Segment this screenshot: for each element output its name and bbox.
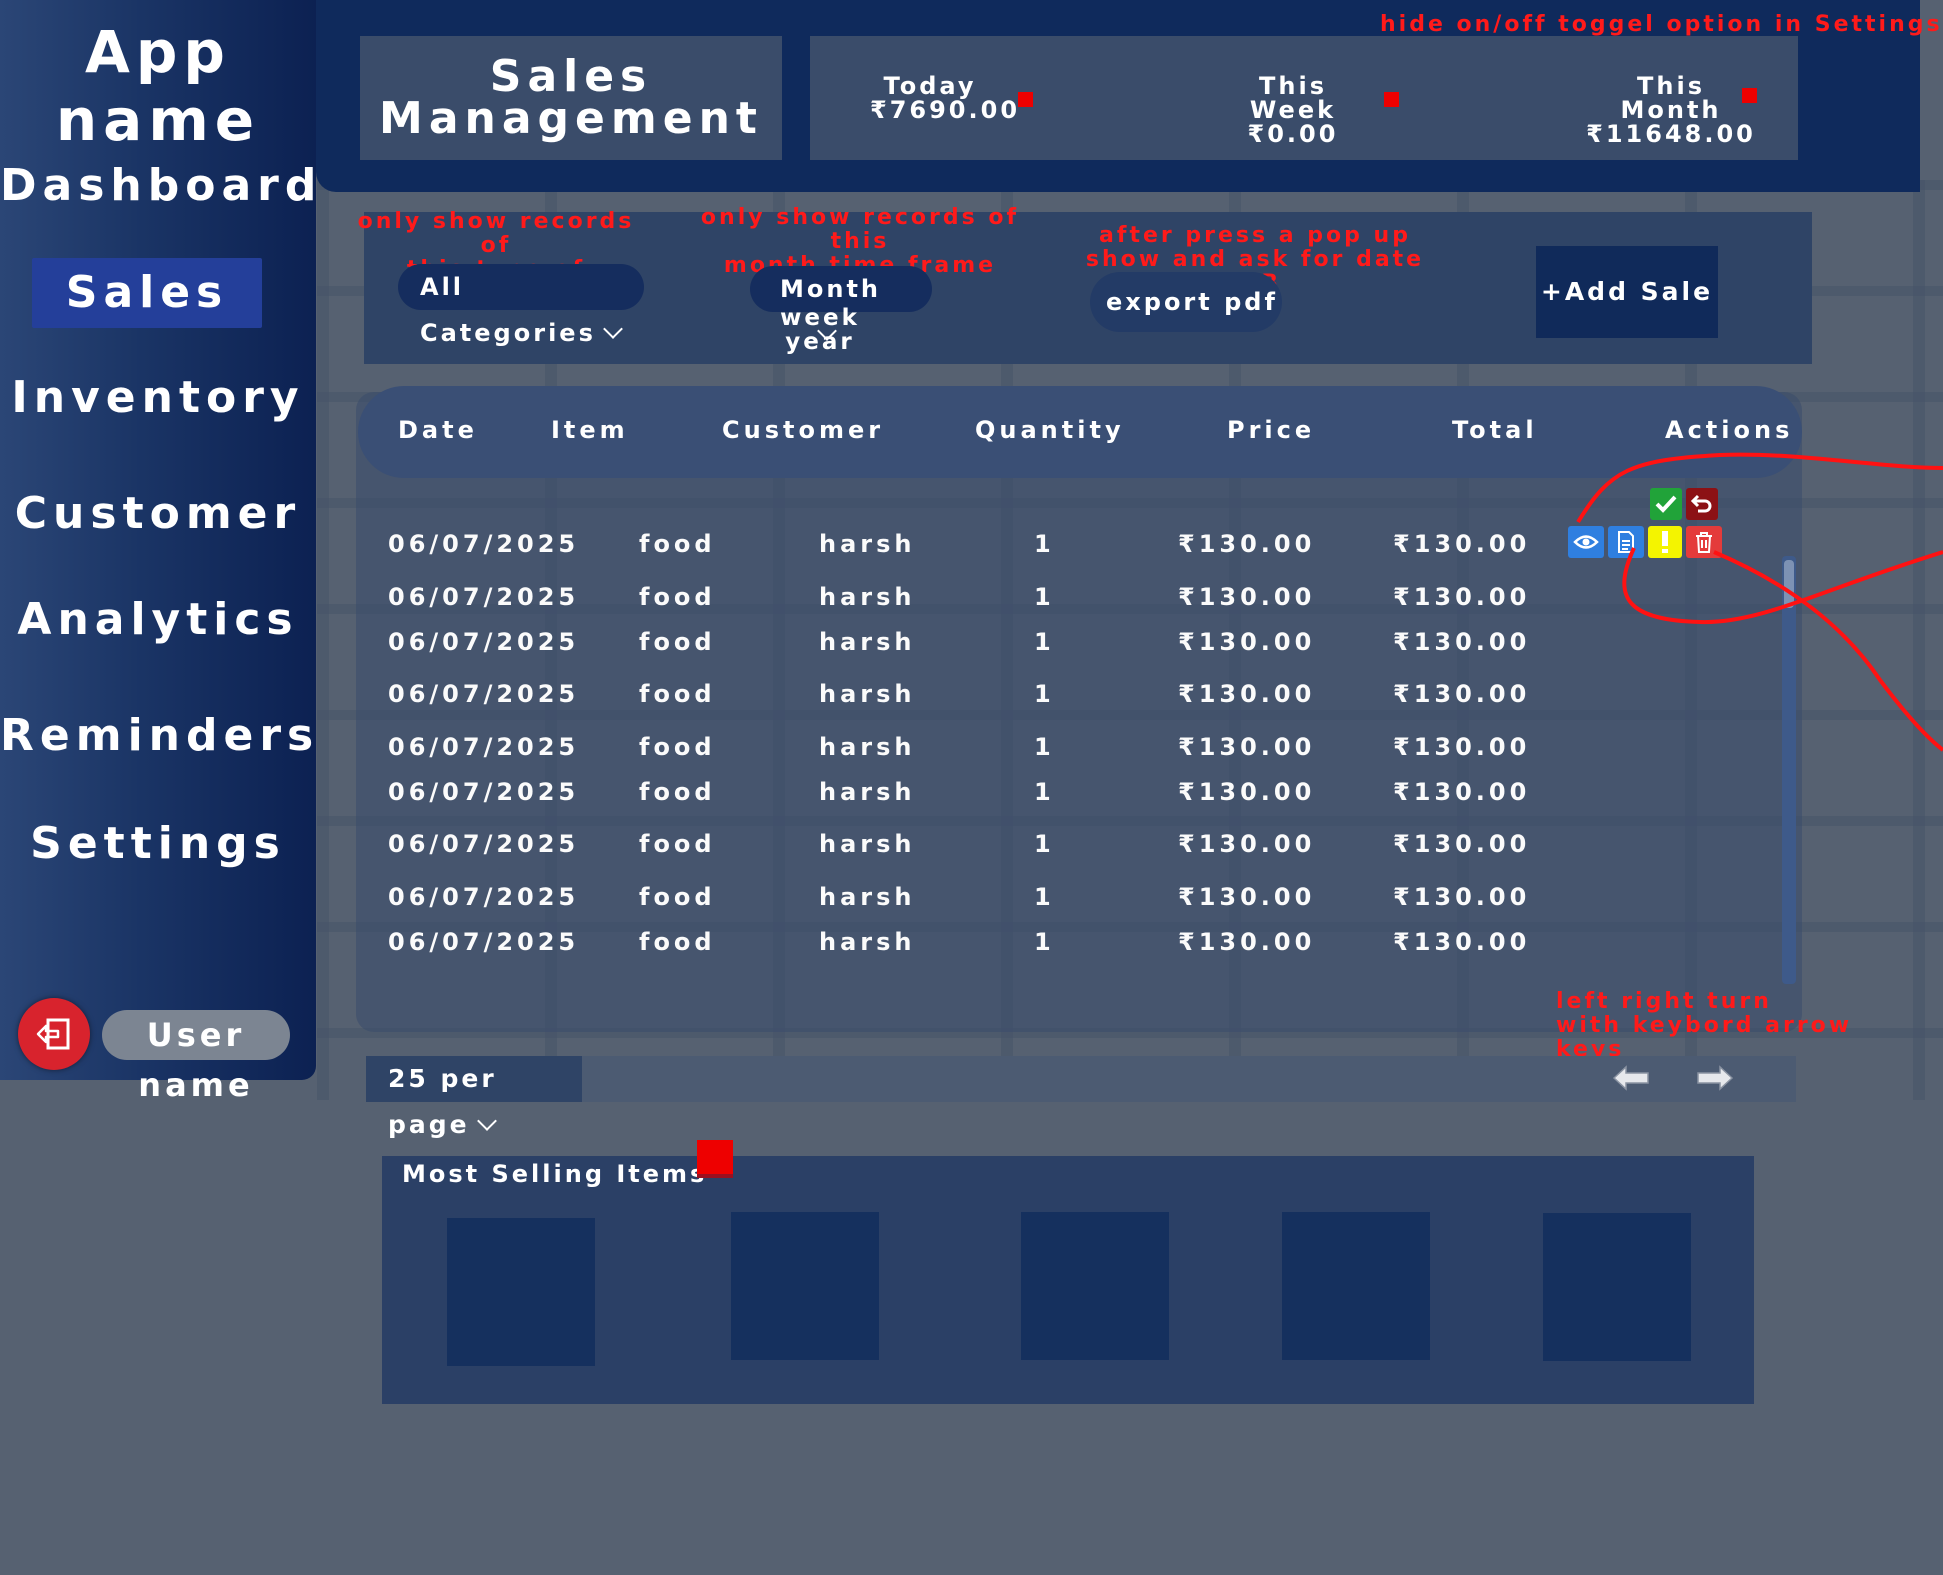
next-page-button[interactable]: [1694, 1058, 1736, 1098]
annotation-arrows-line2: with keybord arrow keys: [1556, 1013, 1853, 1062]
most-selling-item[interactable]: [1282, 1212, 1430, 1360]
prev-page-button[interactable]: [1610, 1058, 1652, 1098]
arrow-right-icon: [1697, 1065, 1734, 1091]
most-selling-item[interactable]: [447, 1218, 595, 1366]
most-selling-item[interactable]: [1543, 1213, 1691, 1361]
most-selling-item[interactable]: [731, 1212, 879, 1360]
arrow-left-icon: [1612, 1065, 1649, 1091]
most-selling-title: Most Selling Items: [402, 1160, 708, 1188]
annotation-arrows: left right turn with keybord arrow keys: [1556, 990, 1896, 1062]
per-page-label: 25 per page: [388, 1064, 497, 1139]
per-page-dropdown[interactable]: 25 per page: [366, 1056, 582, 1139]
toggle-most-selling[interactable]: [697, 1140, 733, 1174]
annotation-arrows-line1: left right turn: [1556, 989, 1772, 1014]
most-selling-item[interactable]: [1021, 1212, 1169, 1360]
chevron-down-icon: [476, 1111, 497, 1131]
